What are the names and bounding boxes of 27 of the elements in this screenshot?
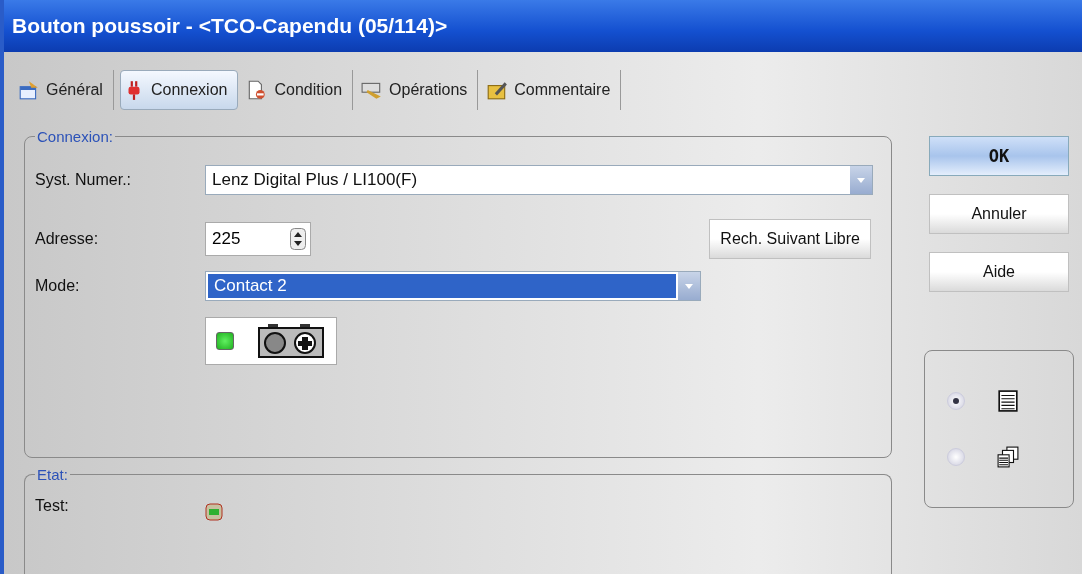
spinner-arrows-icon [290,227,306,251]
field-label: Test: [35,497,70,515]
group-title: Etat: [36,466,69,483]
tab[interactable]: Connexion [119,70,239,110]
dialog-button[interactable]: Aide [929,252,1069,292]
dialog-button[interactable]: Annuler [929,194,1069,234]
field-label: Adresse: [35,230,100,248]
dialog-button[interactable]: OK [929,136,1069,176]
radio-button[interactable] [947,448,965,466]
mode-dropdown[interactable]: Contact 2 [205,271,701,301]
group-title: Connexion: [36,128,114,145]
search-next-free-button[interactable]: Rech. Suivant Libre [709,219,871,259]
stacked-lists-icon [997,446,1019,468]
connector-icon [258,324,324,358]
field-label: Syst. Numer.: [35,171,133,189]
list-icon [997,390,1019,412]
tab[interactable]: Condition [244,70,354,110]
tab[interactable]: Général [16,70,114,110]
window-title: Bouton poussoir - <TCO-Capendu (05/114)> [12,14,448,38]
radio-button[interactable] [947,392,965,410]
window-icon [18,79,40,101]
test-indicator-icon [205,503,223,521]
tab[interactable]: Opérations [359,70,479,110]
field-label: Mode: [35,277,81,295]
system-dropdown[interactable]: Lenz Digital Plus / LI100(F) [205,165,873,195]
address-spinbox[interactable]: 225 [205,222,311,256]
tab[interactable]: Commentaire [484,70,622,110]
